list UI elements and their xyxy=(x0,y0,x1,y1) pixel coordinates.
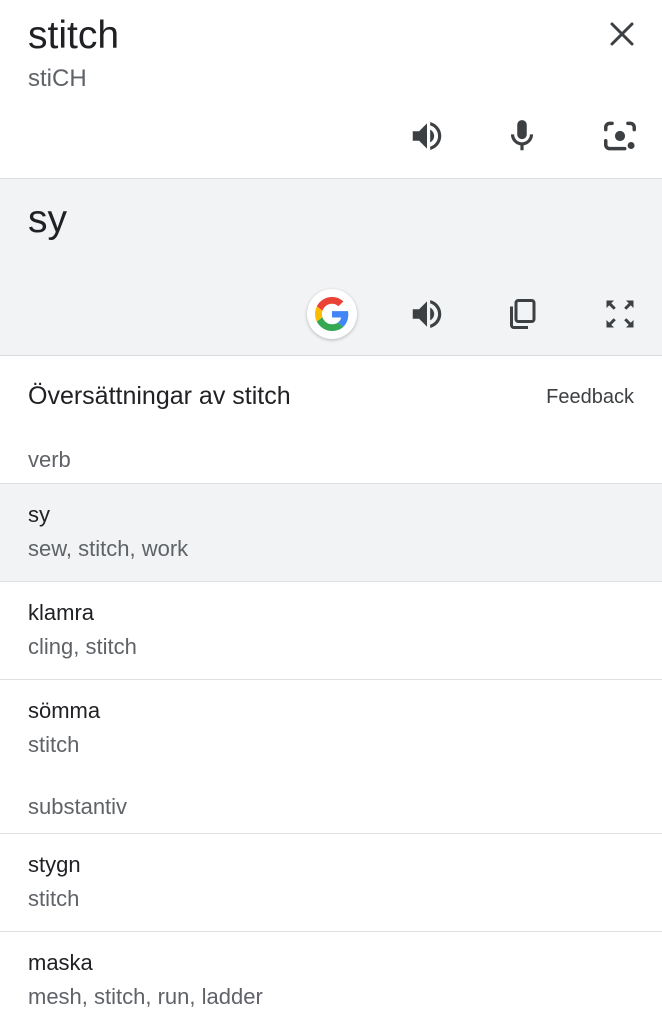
source-phonetic: stiCH xyxy=(28,65,87,92)
pos-label-substantiv: substantiv xyxy=(0,778,662,834)
translation-entry[interactable]: sy sew, stitch, work xyxy=(0,484,662,582)
source-panel: stitch stiCH xyxy=(0,0,662,179)
translation-word: sömma xyxy=(28,698,101,723)
translation-word: klamra xyxy=(28,600,95,625)
translation-entry[interactable]: stygn stitch xyxy=(0,834,662,932)
translation-entry[interactable]: sömma stitch xyxy=(0,680,662,778)
camera-lens-button[interactable] xyxy=(596,112,644,160)
close-button[interactable] xyxy=(602,14,642,54)
copy-button[interactable] xyxy=(498,290,546,338)
copy-icon xyxy=(510,299,536,329)
translations-list: verb sy sew, stitch, work klamra cling, … xyxy=(0,436,662,1030)
translation-word: stygn xyxy=(28,852,81,877)
fullscreen-button[interactable] xyxy=(596,290,644,338)
translations-header: Översättningar av stitch xyxy=(28,382,291,410)
source-listen-button[interactable] xyxy=(403,112,451,160)
pos-label-verb: verb xyxy=(0,436,662,484)
fullscreen-icon xyxy=(606,300,634,328)
translation-word: sy xyxy=(28,502,50,527)
translation-meanings: stitch xyxy=(28,886,80,911)
translation-entry[interactable]: maska mesh, stitch, run, ladder xyxy=(0,932,662,1030)
translation-entry[interactable]: klamra cling, stitch xyxy=(0,582,662,680)
close-icon xyxy=(610,22,634,46)
translation-word: maska xyxy=(28,950,93,975)
translation-meanings: cling, stitch xyxy=(28,634,137,659)
google-search-button[interactable] xyxy=(307,289,357,339)
feedback-link[interactable]: Feedback xyxy=(546,384,634,410)
source-word[interactable]: stitch xyxy=(28,14,119,58)
speaker-icon xyxy=(412,122,442,150)
translation-meanings: sew, stitch, work xyxy=(28,536,189,561)
speaker-icon xyxy=(412,300,442,328)
translation-meanings: mesh, stitch, run, ladder xyxy=(28,984,263,1009)
microphone-icon xyxy=(510,120,534,151)
microphone-button[interactable] xyxy=(498,112,546,160)
target-listen-button[interactable] xyxy=(403,290,451,338)
camera-lens-icon xyxy=(604,121,636,151)
translation-meanings: stitch xyxy=(28,732,80,757)
target-word: sy xyxy=(28,198,67,241)
google-logo-icon xyxy=(315,297,349,331)
